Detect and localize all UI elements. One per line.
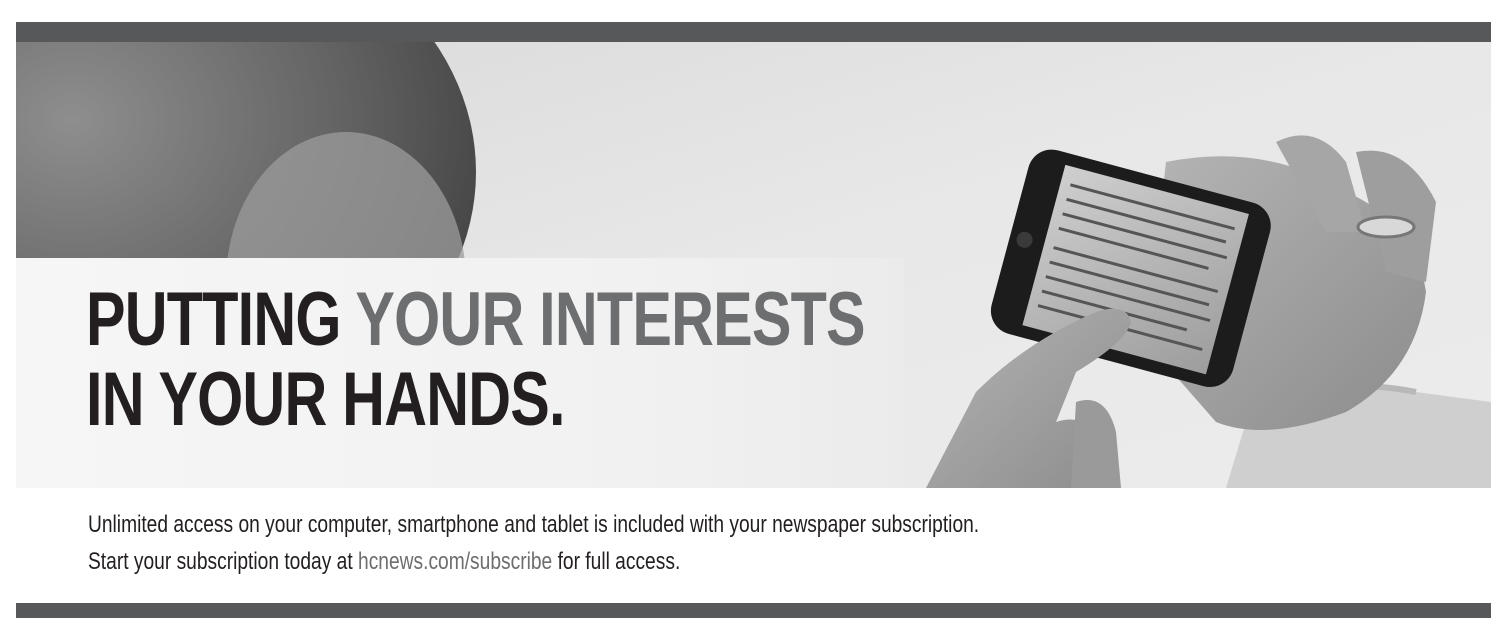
- body-copy-line-1: Unlimited access on your computer, smart…: [88, 511, 980, 538]
- body-copy-line-2-end: for full access.: [557, 548, 681, 575]
- body-copy-line-2: Start your subscription today at hcnews.…: [88, 543, 979, 580]
- headline-line-1: PUTTING YOUR INTERESTS: [86, 277, 866, 362]
- subscription-ad: PUTTING YOUR INTERESTS IN YOUR HANDS. Un…: [0, 0, 1491, 618]
- body-copy: Unlimited access on your computer, smart…: [88, 506, 979, 580]
- headline-panel: PUTTING YOUR INTERESTS IN YOUR HANDS.: [16, 258, 904, 488]
- headline-line-2: IN YOUR HANDS.: [86, 357, 566, 442]
- subscribe-link[interactable]: hcnews.com/subscribe: [358, 548, 552, 575]
- bottom-bar: [16, 603, 1491, 618]
- headline-dark-text: PUTTING: [86, 277, 341, 362]
- headline: PUTTING YOUR INTERESTS IN YOUR HANDS.: [86, 277, 866, 442]
- top-bar: [16, 22, 1491, 42]
- body-copy-line-2-start: Start your subscription today at: [88, 548, 353, 575]
- headline-accent-text: YOUR INTERESTS: [355, 277, 865, 362]
